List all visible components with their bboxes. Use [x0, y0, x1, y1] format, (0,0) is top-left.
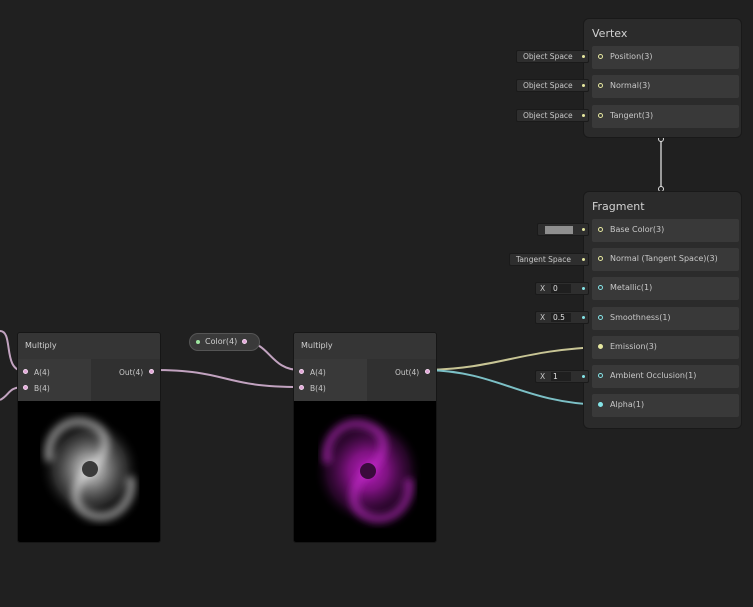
ambient-occlusion-port[interactable]: [598, 373, 603, 378]
node-outputs: Out(4): [367, 359, 436, 401]
smoothness-value[interactable]: 0.5: [551, 313, 571, 322]
fragment-normal-slot[interactable]: Normal (Tangent Space)(3): [592, 248, 739, 271]
normal-tangent-space-field[interactable]: Tangent Space: [509, 253, 589, 266]
fragment-title: Fragment: [592, 200, 645, 213]
property-dot: [196, 340, 200, 344]
fragment-metallic-slot[interactable]: Metallic(1): [592, 277, 739, 300]
color-output-port[interactable]: [242, 339, 247, 344]
base-color-port[interactable]: [598, 227, 603, 232]
normal-port[interactable]: [598, 83, 603, 88]
normal-space-field[interactable]: Object Space: [516, 79, 589, 92]
wire-multiply-to-emission: [427, 346, 602, 371]
vertex-title: Vertex: [592, 27, 628, 40]
swirl-preview-magenta: [313, 416, 423, 526]
fragment-smoothness-slot[interactable]: Smoothness(1): [592, 307, 739, 330]
preview-image: [294, 401, 436, 542]
position-port[interactable]: [598, 54, 603, 59]
wire-left-multiply-to-right-multiply-b: [152, 369, 301, 388]
smoothness-field[interactable]: X 0.5: [535, 311, 589, 324]
vertex-normal-slot[interactable]: Normal(3): [592, 75, 739, 98]
node-header[interactable]: Multiply: [294, 333, 436, 360]
tangent-space-field[interactable]: Object Space: [516, 109, 589, 122]
vertex-tangent-slot[interactable]: Tangent(3): [592, 105, 739, 128]
multiply-node-left[interactable]: Multiply A(4) B(4) Out(4): [17, 332, 161, 543]
metallic-port[interactable]: [598, 285, 603, 290]
input-b-port[interactable]: [23, 385, 28, 390]
input-b-port[interactable]: [299, 385, 304, 390]
node-inputs: A(4) B(4): [18, 359, 91, 401]
position-space-field[interactable]: Object Space: [516, 50, 589, 63]
preview-image: [18, 401, 160, 542]
swirl-preview-grey: [38, 417, 142, 522]
output-port[interactable]: [425, 369, 430, 374]
output-port[interactable]: [149, 369, 154, 374]
normal-ts-port[interactable]: [598, 256, 603, 261]
ambient-occlusion-field[interactable]: X 1: [535, 370, 589, 383]
fragment-base-color-slot[interactable]: Base Color(3): [592, 219, 739, 242]
metallic-value[interactable]: 0: [551, 284, 571, 293]
smoothness-port[interactable]: [598, 315, 603, 320]
ambient-occlusion-value[interactable]: 1: [551, 372, 571, 381]
position-label: Position(3): [610, 52, 653, 61]
node-inputs: A(4) B(4): [294, 359, 367, 401]
metallic-field[interactable]: X 0: [535, 282, 589, 295]
base-color-field[interactable]: [537, 223, 589, 236]
fragment-emission-slot[interactable]: Emission(3): [592, 336, 739, 359]
fragment-ao-slot[interactable]: Ambient Occlusion(1): [592, 365, 739, 388]
base-color-swatch[interactable]: [545, 226, 573, 234]
normal-label: Normal(3): [610, 81, 651, 90]
emission-port[interactable]: [598, 344, 603, 349]
tangent-label: Tangent(3): [610, 111, 654, 120]
vertex-position-slot[interactable]: Position(3): [592, 46, 739, 69]
node-outputs: Out(4): [91, 359, 160, 401]
fragment-stack[interactable]: Fragment Base Color(3) Normal (Tangent S…: [583, 191, 742, 429]
alpha-port[interactable]: [598, 402, 603, 407]
node-header[interactable]: Multiply: [18, 333, 160, 360]
input-a-port[interactable]: [299, 369, 304, 374]
fragment-alpha-slot[interactable]: Alpha(1): [592, 394, 739, 417]
multiply-node-right[interactable]: Multiply A(4) B(4) Out(4): [293, 332, 437, 543]
input-a-port[interactable]: [23, 369, 28, 374]
tangent-port[interactable]: [598, 113, 603, 118]
color-property-label: Color(4): [205, 337, 238, 346]
vertex-stack[interactable]: Vertex Position(3) Normal(3) Tangent(3): [583, 18, 742, 138]
color-property-node[interactable]: Color(4): [189, 333, 260, 351]
